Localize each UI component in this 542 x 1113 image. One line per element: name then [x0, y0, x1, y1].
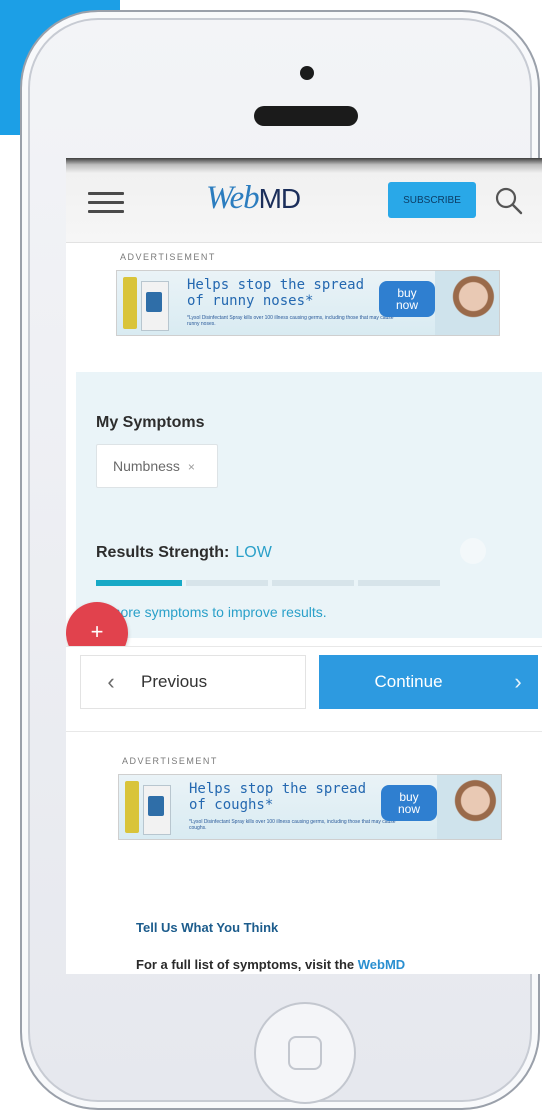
results-strength-value: LOW: [235, 544, 272, 561]
ad-banner-coughs[interactable]: Helps stop the spread of coughs* *Lysol …: [118, 774, 502, 840]
ad-fine-print: *Lysol Disinfectant Spray kills over 100…: [187, 315, 394, 327]
chevron-left-icon: ‹: [107, 669, 115, 694]
ad-headline: Helps stop the spread of runny noses*: [187, 277, 365, 309]
ad-fine-print: *Lysol Disinfectant Spray kills over 100…: [189, 819, 396, 831]
chevron-right-icon: ›: [514, 669, 522, 694]
search-icon[interactable]: [494, 186, 524, 216]
ad-photo: [437, 775, 501, 839]
results-strength: Results Strength: LOW: [96, 544, 272, 561]
strength-progress-segment: [272, 580, 354, 586]
camera-icon: [300, 66, 314, 80]
info-circle-icon: [460, 538, 486, 564]
continue-button[interactable]: Continue ›: [319, 655, 538, 709]
advertisement-label: ADVERTISEMENT: [122, 756, 218, 766]
ad-headline: Helps stop the spread of coughs*: [189, 781, 367, 813]
remove-chip-icon[interactable]: ×: [188, 460, 195, 474]
advertisement-label: ADVERTISEMENT: [120, 252, 216, 262]
strength-progress-segment: [358, 580, 440, 586]
ad-product-image: [125, 781, 139, 833]
ad-product-image: [141, 281, 169, 331]
speaker-grille: [254, 106, 358, 126]
ad-banner-runny-noses[interactable]: Helps stop the spread of runny noses* *L…: [116, 270, 500, 336]
app-header: WebMD SUBSCRIBE kj 4: [66, 158, 542, 243]
hamburger-menu-icon[interactable]: [88, 192, 124, 214]
ad-product-image: [143, 785, 171, 835]
navigation-row: ‹ Previous Continue ›: [66, 646, 542, 732]
previous-button[interactable]: ‹ Previous: [80, 655, 306, 709]
subscribe-button[interactable]: SUBSCRIBE: [388, 182, 476, 218]
webmd-logo[interactable]: WebMD: [206, 180, 301, 217]
symptoms-panel: My Symptoms Numbness × Results Strength: L…: [76, 372, 542, 638]
symptom-chip[interactable]: Numbness ×: [96, 444, 218, 488]
ad-photo: [435, 271, 499, 335]
app-screen: WebMD SUBSCRIBE kj 4 ADVERTISEMENT Helps…: [66, 158, 542, 974]
symptoms-az-text: For a full list of symptoms, visit the W…: [136, 954, 456, 974]
strength-progress-segment: [186, 580, 268, 586]
home-square-icon: [288, 1036, 322, 1070]
ad-buy-now-button[interactable]: buy now: [379, 281, 435, 317]
my-symptoms-heading: My Symptoms: [96, 414, 205, 431]
strength-progress-segment: [96, 580, 182, 586]
feedback-link[interactable]: Tell Us What You Think: [136, 920, 278, 935]
ad-buy-now-button[interactable]: buy now: [381, 785, 437, 821]
phone-frame: WebMD SUBSCRIBE kj 4 ADVERTISEMENT Helps…: [20, 10, 542, 1110]
ad-product-image: [123, 277, 137, 329]
home-button[interactable]: [254, 1002, 356, 1104]
